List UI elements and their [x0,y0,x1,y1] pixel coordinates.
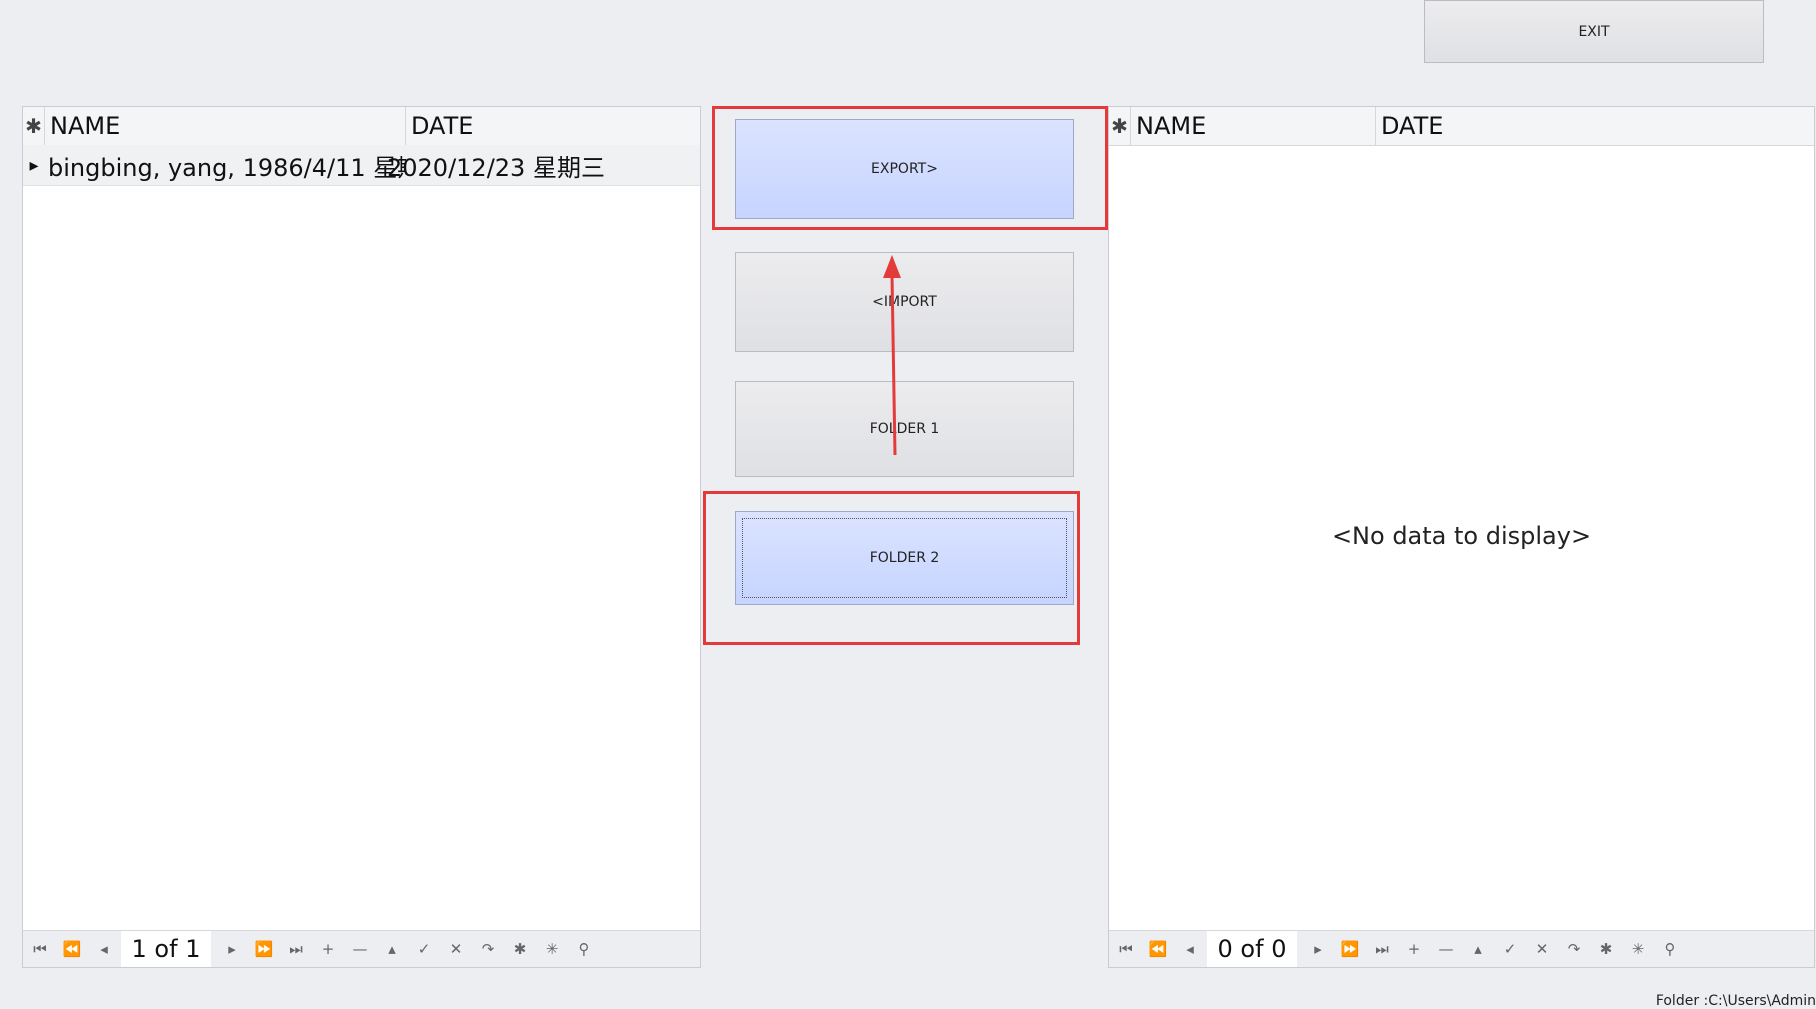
prev-page-icon[interactable]: ⏪ [1143,931,1173,967]
cell-date[interactable]: 2020/12/23 星期三 [387,145,700,185]
star-icon[interactable]: ✱ [23,107,45,145]
folder2-button[interactable]: FOLDER 2 [735,511,1074,605]
column-header-name[interactable]: NAME [45,107,406,145]
table-row[interactable]: ▸ bingbing, yang, 1986/4/11 星期六 2020/12/… [23,145,700,186]
right-grid-header: ✱ NAME DATE [1109,107,1814,146]
refresh-icon[interactable]: ↷ [473,931,503,967]
check-icon[interactable]: ✓ [1495,931,1525,967]
right-grid-navigator: ⏮ ⏪ ◂ 0 of 0 ▸ ⏩ ⏭ + — ▴ ✓ ✕ ↷ ✱ ✳ ⚲ [1109,930,1814,967]
next-record-icon[interactable]: ▸ [1303,931,1333,967]
next-page-icon[interactable]: ⏩ [1335,931,1365,967]
check-icon[interactable]: ✓ [409,931,439,967]
next-record-icon[interactable]: ▸ [217,931,247,967]
right-grid: ✱ NAME DATE <No data to display> ⏮ ⏪ ◂ 0… [1108,106,1815,968]
pager-text[interactable]: 0 of 0 [1207,931,1297,967]
folder1-button[interactable]: FOLDER 1 [735,381,1074,477]
exit-button[interactable]: EXIT [1424,0,1764,63]
star-icon[interactable]: ✱ [505,931,535,967]
column-header-date[interactable]: DATE [406,107,700,145]
import-button[interactable]: <IMPORT [735,252,1074,352]
status-text: Folder :C:\Users\Admin [1655,993,1816,1009]
clear-star-icon[interactable]: ✳ [537,931,567,967]
remove-icon[interactable]: — [345,931,375,967]
left-grid-header: ✱ NAME DATE [23,107,700,146]
edit-icon[interactable]: ▴ [1463,931,1493,967]
refresh-icon[interactable]: ↷ [1559,931,1589,967]
import-button-label: <IMPORT [872,294,937,310]
remove-icon[interactable]: — [1431,931,1461,967]
prev-record-icon[interactable]: ◂ [1175,931,1205,967]
export-button-label: EXPORT> [871,161,938,177]
left-grid: ✱ NAME DATE ▸ bingbing, yang, 1986/4/11 … [22,106,701,968]
star-icon[interactable]: ✱ [1591,931,1621,967]
add-icon[interactable]: + [1399,931,1429,967]
column-header-date[interactable]: DATE [1376,107,1814,145]
column-header-name[interactable]: NAME [1131,107,1376,145]
filter-icon[interactable]: ⚲ [1655,931,1685,967]
folder1-button-label: FOLDER 1 [869,421,940,437]
cancel-icon[interactable]: ✕ [441,931,471,967]
empty-message: <No data to display> [1331,522,1592,550]
add-icon[interactable]: + [313,931,343,967]
export-button[interactable]: EXPORT> [735,119,1074,219]
cancel-icon[interactable]: ✕ [1527,931,1557,967]
row-indicator-icon: ▸ [29,154,39,176]
folder2-button-label: FOLDER 2 [869,550,940,566]
last-page-icon[interactable]: ⏭ [281,931,311,967]
filter-icon[interactable]: ⚲ [569,931,599,967]
clear-star-icon[interactable]: ✳ [1623,931,1653,967]
pager-text[interactable]: 1 of 1 [121,931,211,967]
first-page-icon[interactable]: ⏮ [1111,931,1141,967]
prev-page-icon[interactable]: ⏪ [57,931,87,967]
last-page-icon[interactable]: ⏭ [1367,931,1397,967]
prev-record-icon[interactable]: ◂ [89,931,119,967]
next-page-icon[interactable]: ⏩ [249,931,279,967]
left-grid-navigator: ⏮ ⏪ ◂ 1 of 1 ▸ ⏩ ⏭ + — ▴ ✓ ✕ ↷ ✱ ✳ ⚲ [23,930,700,967]
cell-name[interactable]: bingbing, yang, 1986/4/11 星期六 [48,145,406,185]
first-page-icon[interactable]: ⏮ [25,931,55,967]
star-icon[interactable]: ✱ [1109,107,1131,145]
edit-icon[interactable]: ▴ [377,931,407,967]
exit-button-label: EXIT [1578,23,1610,40]
